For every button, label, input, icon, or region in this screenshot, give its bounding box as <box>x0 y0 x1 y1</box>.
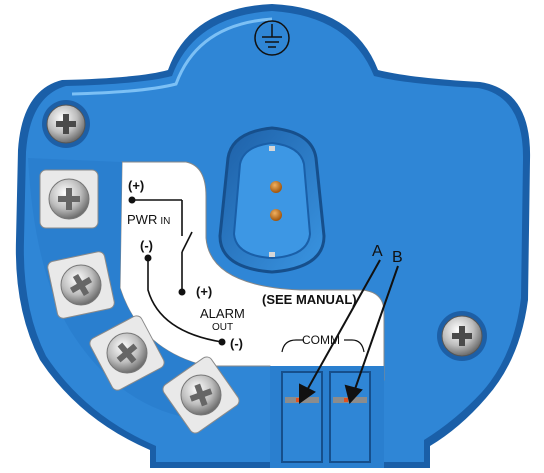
alarm-minus-label: (-) <box>230 336 243 351</box>
alarm-out-sub-label: OUT <box>212 322 233 333</box>
terminal-node <box>218 338 226 346</box>
terminal-node <box>144 254 152 262</box>
alarm-out-label: ALARM <box>200 306 245 321</box>
connector-pin-icon <box>270 181 282 193</box>
see-manual-label: (SEE MANUAL) <box>262 292 357 307</box>
terminal-node <box>128 196 136 204</box>
comm-ports <box>270 366 384 468</box>
terminal-node <box>178 288 186 296</box>
connector-well <box>218 126 326 274</box>
screw-icon <box>437 311 487 361</box>
callout-b-label: B <box>392 249 403 266</box>
comm-port-b[interactable] <box>329 371 371 463</box>
callout-a-label: A <box>372 243 383 260</box>
terminal-block-diagram: (+) PWR IN (-) (+) ALARM OUT (-) (SEE MAN… <box>15 4 531 468</box>
pwr-plus-label: (+) <box>128 178 144 193</box>
pwr-minus-label: (-) <box>140 238 153 253</box>
screw-icon <box>42 100 90 148</box>
terminal-screw-icon <box>47 251 115 319</box>
connector-pin-icon <box>270 209 282 221</box>
terminal-screw-icon <box>39 169 99 229</box>
alarm-plus-label: (+) <box>196 284 212 299</box>
